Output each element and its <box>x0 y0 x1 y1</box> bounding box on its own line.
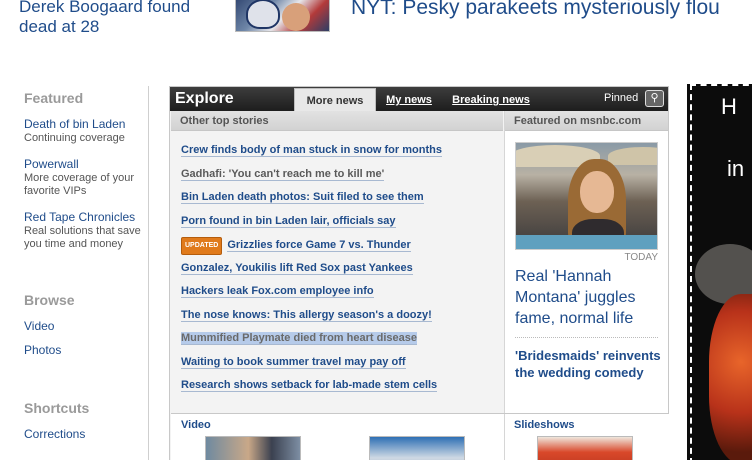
media-divider <box>504 414 505 460</box>
nav-link[interactable]: Powerwall <box>24 157 148 172</box>
story-link[interactable]: Research shows setback for lab-made stem… <box>181 379 438 392</box>
explore-module: Explore More news My news Breaking news … <box>169 86 669 460</box>
player-face-image <box>282 3 310 31</box>
pin-icon[interactable]: ⚲ <box>645 90 664 107</box>
featured-heading: Featured <box>24 90 84 106</box>
ad-text: in <box>727 156 745 181</box>
featured-headline-link[interactable]: Real 'Hannah Montana' juggles fame, norm… <box>515 266 665 329</box>
updated-badge: UPDATED <box>181 237 223 255</box>
story-item[interactable]: Mummified Playmate died from heart disea… <box>181 327 503 351</box>
nav-link[interactable]: Red Tape Chronicles <box>24 210 148 225</box>
video-section-link[interactable]: Video <box>181 419 211 431</box>
tab-my-news[interactable]: My news <box>378 88 440 111</box>
nav-item-corrections[interactable]: Corrections <box>24 427 148 442</box>
nav-subtext: Real solutions that save you time and mo… <box>24 224 141 251</box>
top-stories-column: Other top stories Crew finds body of man… <box>171 111 503 413</box>
nav-item-red-tape[interactable]: Red Tape Chronicles Real solutions that … <box>24 210 148 252</box>
video-thumbnail[interactable] <box>205 436 301 460</box>
pinned-label: Pinned <box>604 92 639 104</box>
umbrella-shape <box>608 147 657 165</box>
ad-dashed-border <box>690 84 752 460</box>
nav-item-photos[interactable]: Photos <box>24 343 148 358</box>
top-story-thumbnail[interactable] <box>235 0 330 32</box>
story-item[interactable]: Hackers leak Fox.com employee info <box>181 280 503 304</box>
story-list: Crew finds body of man stuck in snow for… <box>171 131 503 398</box>
story-item[interactable]: UPDATED Grizzlies force Game 7 vs. Thunde… <box>181 233 503 257</box>
slideshow-thumbnail[interactable] <box>537 436 633 460</box>
explore-header: Explore More news My news Breaking news … <box>170 87 668 111</box>
story-link[interactable]: Crew finds body of man stuck in snow for… <box>181 144 442 157</box>
story-item[interactable]: The nose knows: This allergy season's a … <box>181 304 503 328</box>
featured-column: Featured on msnbc.com TODAY Real 'Hannah… <box>504 111 668 413</box>
left-nav: Featured Death of bin Laden Continuing c… <box>24 90 148 453</box>
top-story-link[interactable]: Derek Boogaard found dead at 28 <box>19 0 219 37</box>
nav-item-bin-laden[interactable]: Death of bin Laden Continuing coverage <box>24 117 148 146</box>
tab-more-news[interactable]: More news <box>294 88 376 111</box>
nav-subtext: More coverage of your favorite VIPs <box>24 171 135 198</box>
story-item[interactable]: Gonzalez, Youkilis lift Red Sox past Yan… <box>181 257 503 281</box>
advertisement[interactable]: H in <box>687 84 752 460</box>
nav-subtext: Continuing coverage <box>24 132 125 144</box>
story-link[interactable]: Waiting to book summer travel may pay of… <box>181 355 406 369</box>
story-link[interactable]: Grizzlies force Game 7 vs. Thunder <box>227 239 411 252</box>
person-face-shape <box>580 171 614 213</box>
shortcuts-heading: Shortcuts <box>24 399 90 416</box>
nav-link[interactable]: Corrections <box>24 427 148 442</box>
browse-heading: Browse <box>24 291 75 308</box>
story-link[interactable]: Hackers leak Fox.com employee info <box>181 285 374 298</box>
explore-title: Explore <box>175 90 234 107</box>
story-item[interactable]: Crew finds body of man stuck in snow for… <box>181 139 503 163</box>
story-item[interactable]: Bin Laden death photos: Suit filed to se… <box>181 186 503 210</box>
story-link[interactable]: Porn found in bin Laden lair, officials … <box>181 214 396 228</box>
story-link[interactable]: Gadhafi: 'You can't reach me to kill me' <box>181 167 385 181</box>
featured-secondary-link[interactable]: 'Bridesmaids' reinvents the wedding come… <box>515 347 665 381</box>
nav-item-video[interactable]: Video <box>24 319 148 334</box>
nav-link[interactable]: Death of bin Laden <box>24 117 148 132</box>
desk-shape <box>516 235 657 249</box>
featured-heading: Featured on msnbc.com <box>505 111 668 131</box>
tab-breaking-news[interactable]: Breaking news <box>446 88 536 111</box>
story-item[interactable]: Gadhafi: 'You can't reach me to kill me' <box>181 163 503 187</box>
story-item[interactable]: Research shows setback for lab-made stem… <box>181 374 503 398</box>
slideshows-section-link[interactable]: Slideshows <box>514 419 575 431</box>
top-stories-heading: Other top stories <box>171 111 503 131</box>
nav-divider <box>148 86 149 460</box>
story-link[interactable]: Mummified Playmate died from heart disea… <box>181 332 417 345</box>
story-item[interactable]: Waiting to book summer travel may pay of… <box>181 351 503 375</box>
nav-link[interactable]: Video <box>24 319 148 334</box>
featured-source-label: TODAY <box>624 252 658 263</box>
ad-text: H <box>721 94 737 119</box>
story-link[interactable]: Bin Laden death photos: Suit filed to se… <box>181 191 424 204</box>
featured-separator <box>515 337 658 338</box>
story-link[interactable]: Gonzalez, Youkilis lift Red Sox past Yan… <box>181 261 413 275</box>
story-item[interactable]: Porn found in bin Laden lair, officials … <box>181 210 503 234</box>
nav-link[interactable]: Photos <box>24 343 148 358</box>
featured-photo[interactable] <box>515 142 658 250</box>
top-headline-link[interactable]: NYT: Pesky parakeets mysteriously flou <box>351 0 720 21</box>
video-thumbnail[interactable] <box>369 436 465 460</box>
story-link[interactable]: The nose knows: This allergy season's a … <box>181 308 432 322</box>
hockey-helmet-image <box>246 0 280 29</box>
nav-item-powerwall[interactable]: Powerwall More coverage of your favorite… <box>24 157 148 199</box>
media-row: Video Slideshows <box>171 413 669 460</box>
